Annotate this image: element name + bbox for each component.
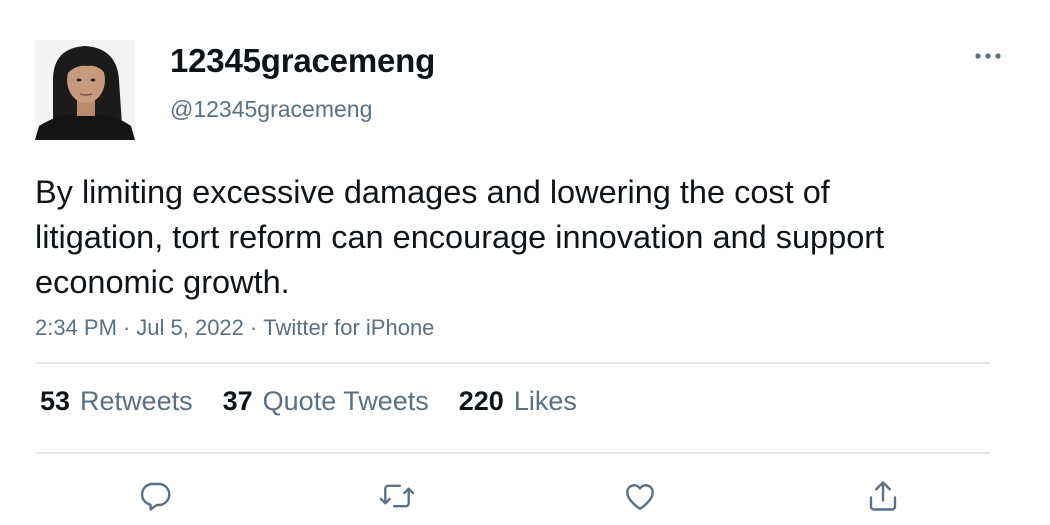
share-button[interactable] bbox=[861, 474, 905, 518]
tweet-actions bbox=[35, 470, 990, 520]
more-horizontal-icon bbox=[975, 53, 1001, 59]
like-button[interactable] bbox=[618, 474, 662, 518]
retweet-icon bbox=[379, 484, 415, 508]
retweets-count: 53 bbox=[40, 386, 71, 416]
divider bbox=[35, 362, 990, 364]
tweet-stats: 53 Retweets 37 Quote Tweets 220 Likes bbox=[40, 386, 577, 417]
tweet-meta: 2:34 PM · Jul 5, 2022 · Twitter for iPhone bbox=[35, 315, 434, 341]
divider bbox=[35, 452, 990, 454]
retweets-label: Retweets bbox=[80, 386, 193, 416]
reply-icon bbox=[140, 482, 171, 511]
tweet-source[interactable]: Twitter for iPhone bbox=[263, 315, 434, 340]
user-handle[interactable]: @12345gracemeng bbox=[170, 96, 372, 123]
heart-icon bbox=[626, 484, 654, 510]
quote-tweets-label: Quote Tweets bbox=[262, 386, 429, 416]
meta-separator: · bbox=[249, 315, 258, 340]
tweet-date[interactable]: Jul 5, 2022 bbox=[136, 315, 244, 340]
avatar-image bbox=[35, 40, 135, 140]
likes-count: 220 bbox=[458, 386, 504, 416]
reply-button[interactable] bbox=[133, 474, 177, 518]
tweet-text: By limiting excessive damages and loweri… bbox=[35, 174, 894, 300]
tweet-card: 12345gracemeng @12345gracemeng By limiti… bbox=[0, 0, 1050, 525]
retweet-button[interactable] bbox=[375, 474, 419, 518]
display-name[interactable]: 12345gracemeng bbox=[170, 42, 435, 80]
share-icon bbox=[869, 481, 897, 511]
likes-label: Likes bbox=[513, 386, 577, 416]
quote-tweets-count: 37 bbox=[222, 386, 253, 416]
more-options-button[interactable] bbox=[966, 40, 1010, 72]
likes-stat[interactable]: 220 Likes bbox=[459, 386, 577, 417]
retweets-stat[interactable]: 53 Retweets bbox=[40, 386, 193, 417]
avatar[interactable] bbox=[35, 40, 135, 140]
quote-tweets-stat[interactable]: 37 Quote Tweets bbox=[223, 386, 429, 417]
tweet-time[interactable]: 2:34 PM bbox=[35, 315, 117, 340]
meta-separator: · bbox=[122, 315, 131, 340]
